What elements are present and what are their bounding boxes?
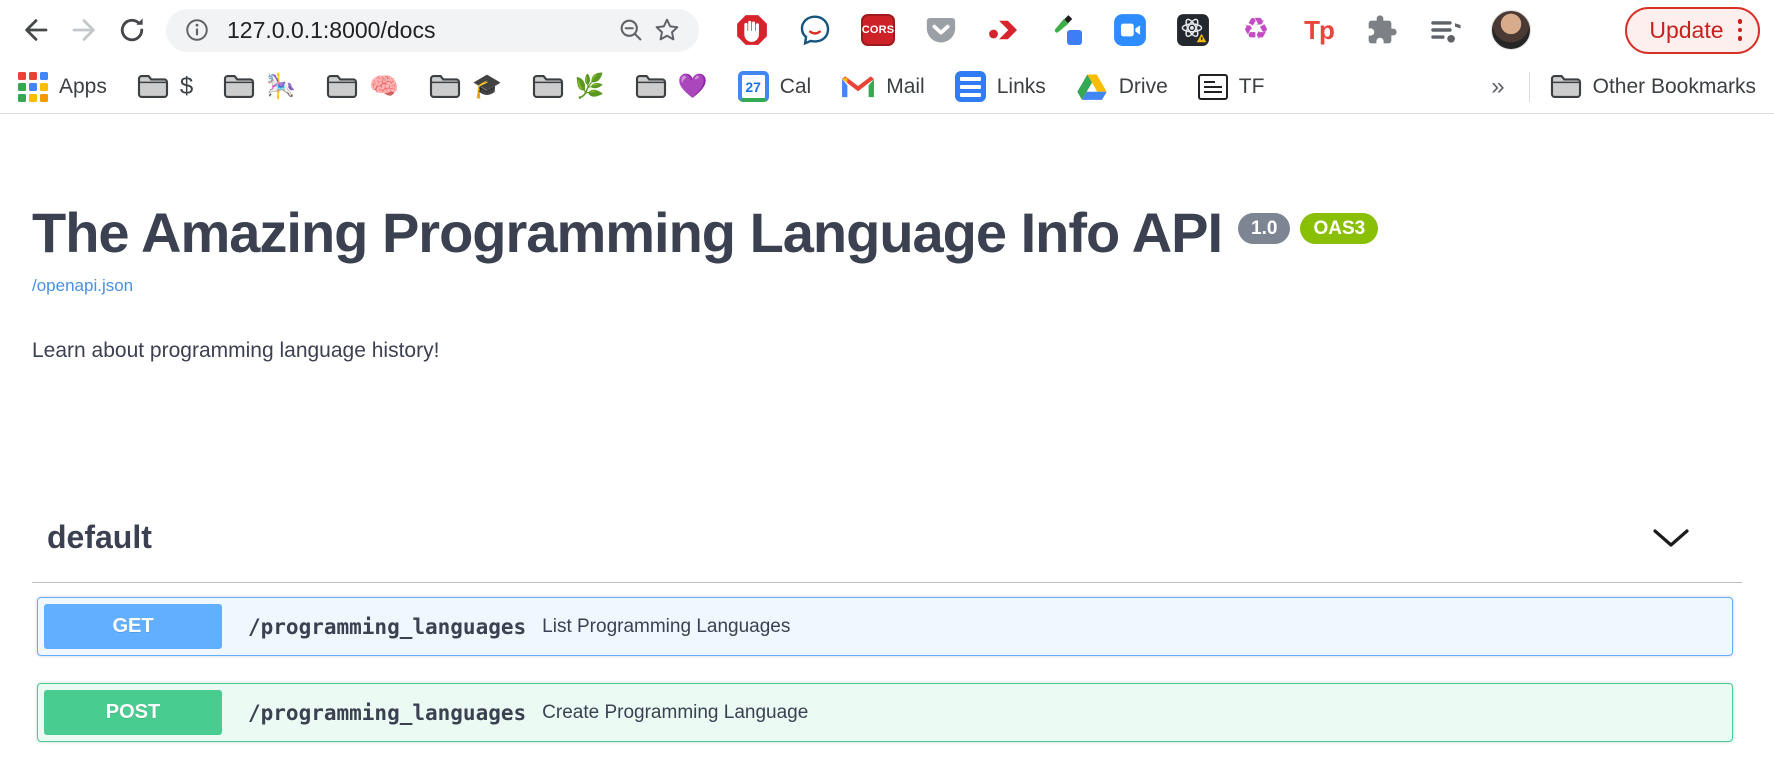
adblock-stop-hand-icon[interactable] (735, 13, 769, 47)
update-button[interactable]: Update (1625, 7, 1760, 54)
bookmarks-bar: Apps $ 🎠 🧠 🎓 🌿 💜 27 Cal Mail (0, 60, 1774, 114)
tp-extension-icon[interactable]: Tp (1302, 13, 1336, 47)
extensions-puzzle-icon[interactable] (1365, 13, 1399, 47)
bookmark-label: 🎓 (472, 75, 502, 99)
folder-icon (429, 73, 461, 100)
operation-post-programming-languages[interactable]: POST /programming_languages Create Progr… (37, 683, 1733, 742)
links-list-icon (955, 71, 986, 102)
bookmark-links[interactable]: Links (955, 71, 1046, 102)
bookmark-label: Links (997, 75, 1046, 99)
browser-toolbar: 127.0.0.1:8000/docs CORS (0, 0, 1774, 60)
tag-section-default: default GET /programming_languages List … (32, 519, 1742, 742)
section-header-default[interactable]: default (32, 519, 1742, 583)
pocket-icon[interactable] (924, 13, 958, 47)
operation-path: /programming_languages (248, 701, 526, 725)
music-queue-icon[interactable] (1428, 13, 1462, 47)
zoom-out-icon[interactable] (613, 12, 649, 48)
api-description: Learn about programming language history… (32, 339, 1742, 363)
gmail-icon (841, 74, 875, 100)
reload-button[interactable] (108, 6, 156, 54)
zoom-video-icon[interactable] (1113, 13, 1147, 47)
bookmark-label: 🧠 (369, 75, 399, 99)
folder-icon (532, 73, 564, 100)
google-calendar-icon: 27 (738, 71, 769, 102)
url-bar[interactable]: 127.0.0.1:8000/docs (166, 9, 699, 52)
tf-doc-icon (1198, 74, 1228, 100)
red-arrow-extension-icon[interactable] (987, 13, 1021, 47)
bookmarks-divider (1529, 72, 1530, 102)
purple-recycle-extension-icon[interactable]: ♻ (1239, 13, 1273, 47)
extensions-strip: CORS (735, 7, 1760, 54)
bookmark-label: Apps (59, 75, 107, 99)
folder-icon (326, 73, 358, 100)
version-badge: 1.0 (1238, 213, 1290, 244)
forward-icon (69, 15, 99, 45)
react-devtools-icon[interactable] (1176, 13, 1210, 47)
bookmark-label: Mail (886, 75, 925, 99)
browser-menu-kebab-icon[interactable] (1736, 17, 1745, 43)
folder-icon (137, 73, 169, 100)
back-button[interactable] (12, 6, 60, 54)
eyedropper-colorpicker-icon[interactable] (1050, 13, 1084, 47)
folder-icon (1550, 73, 1582, 100)
oas3-badge: OAS3 (1300, 213, 1378, 244)
bookmark-drive[interactable]: Drive (1076, 73, 1168, 101)
site-info-icon[interactable] (179, 12, 215, 48)
bookmark-folder-brain[interactable]: 🧠 (326, 73, 399, 100)
chat-bubble-icon[interactable] (798, 13, 832, 47)
apps-grid-icon (18, 72, 48, 102)
operation-get-programming-languages[interactable]: GET /programming_languages List Programm… (37, 597, 1733, 656)
folder-icon (635, 73, 667, 100)
operation-summary: Create Programming Language (542, 702, 808, 724)
cors-extension-icon[interactable]: CORS (861, 13, 895, 47)
google-drive-icon (1076, 73, 1108, 101)
bookmark-label: Drive (1119, 75, 1168, 99)
bookmark-calendar[interactable]: 27 Cal (738, 71, 812, 102)
bookmark-apps[interactable]: Apps (18, 72, 107, 102)
openapi-json-link[interactable]: /openapi.json (32, 276, 133, 296)
bookmark-star-icon[interactable] (649, 12, 685, 48)
bookmark-label: 🎠 (266, 75, 296, 99)
bookmark-label: 💜 (678, 75, 708, 99)
back-icon (21, 15, 51, 45)
bookmarks-overflow-chevron[interactable]: » (1487, 73, 1508, 101)
api-docs-page: The Amazing Programming Language Info AP… (0, 114, 1774, 742)
url-text[interactable]: 127.0.0.1:8000/docs (227, 17, 613, 44)
profile-avatar[interactable] (1491, 10, 1531, 50)
other-bookmarks[interactable]: Other Bookmarks (1550, 73, 1756, 100)
bookmark-gmail[interactable]: Mail (841, 74, 925, 100)
operation-summary: List Programming Languages (542, 616, 790, 638)
bookmark-folder-finance[interactable]: $ (137, 73, 193, 100)
http-method-badge: GET (44, 604, 222, 649)
bookmark-folder-heart[interactable]: 💜 (635, 73, 708, 100)
forward-button[interactable] (60, 6, 108, 54)
http-method-badge: POST (44, 690, 222, 735)
other-bookmarks-label: Other Bookmarks (1593, 75, 1756, 99)
bookmark-label: TF (1239, 75, 1265, 99)
section-title: default (47, 519, 152, 556)
bookmark-tf[interactable]: TF (1198, 74, 1265, 100)
bookmark-folder-school[interactable]: 🎓 (429, 73, 502, 100)
bookmark-label: $ (180, 75, 193, 99)
folder-icon (223, 73, 255, 100)
operation-path: /programming_languages (248, 615, 526, 639)
update-label: Update (1649, 17, 1723, 44)
collapse-chevron-icon[interactable] (1652, 527, 1690, 549)
page-title: The Amazing Programming Language Info AP… (32, 205, 1222, 261)
bookmark-label: 🌿 (575, 75, 605, 99)
bookmark-folder-herb[interactable]: 🌿 (532, 73, 605, 100)
bookmark-folder-carousel[interactable]: 🎠 (223, 73, 296, 100)
bookmark-label: Cal (780, 75, 812, 99)
reload-icon (117, 15, 147, 45)
